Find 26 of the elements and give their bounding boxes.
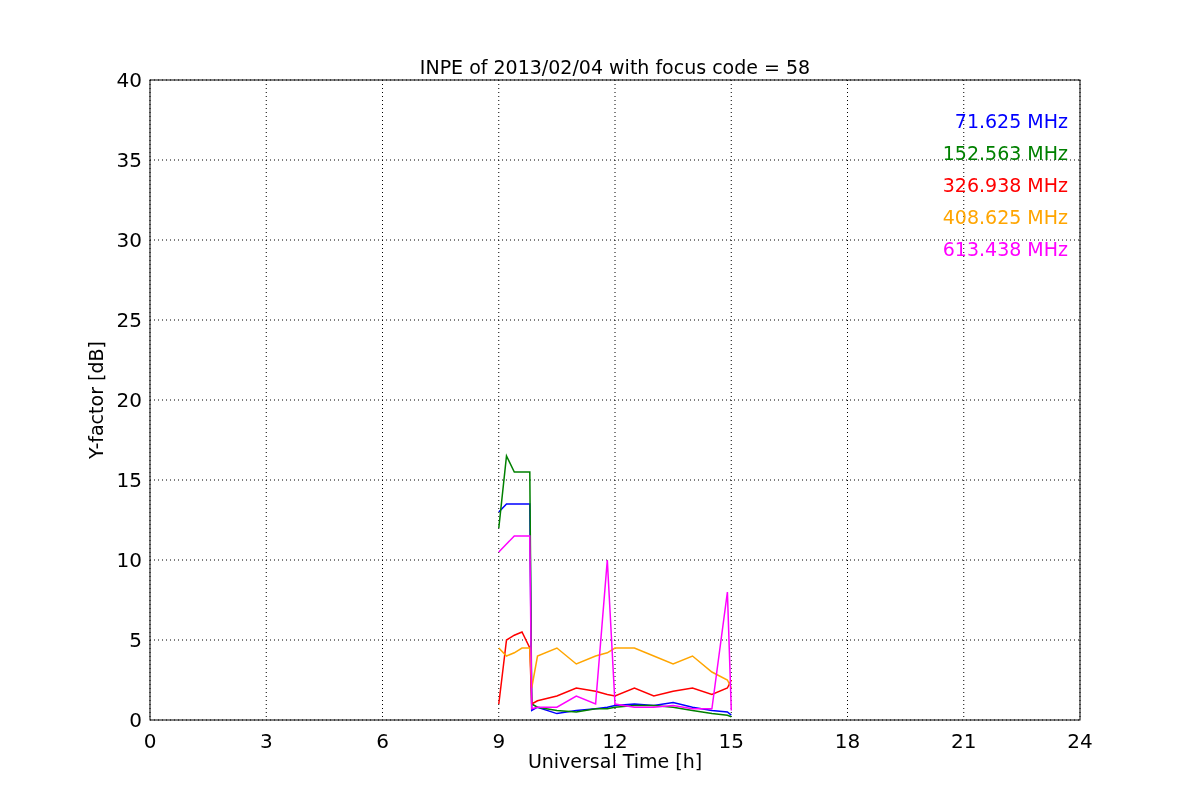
legend-label: 71.625 MHz — [954, 110, 1068, 132]
x-tick-label: 0 — [143, 729, 157, 753]
y-tick-label: 10 — [116, 548, 142, 572]
x-tick-label: 21 — [951, 729, 977, 753]
x-tick-label: 9 — [492, 729, 506, 753]
y-tick-label: 20 — [116, 388, 142, 412]
y-tick-label: 40 — [116, 68, 142, 92]
legend-label: 408.625 MHz — [942, 206, 1068, 228]
y-tick-label: 25 — [116, 308, 142, 332]
legend-label: 613.438 MHz — [942, 238, 1068, 260]
x-tick-label: 18 — [834, 729, 861, 753]
x-tick-label: 24 — [1067, 729, 1093, 753]
y-axis-label: Y-factor [dB] — [85, 341, 107, 459]
legend-label: 152.563 MHz — [942, 142, 1068, 164]
y-tick-label: 30 — [116, 228, 142, 252]
y-tick-label: 5 — [129, 628, 142, 652]
chart-title: INPE of 2013/02/04 with focus code = 58 — [419, 56, 811, 78]
legend-label: 326.938 MHz — [942, 174, 1068, 196]
x-axis-label: Universal Time [h] — [527, 750, 703, 772]
y-tick-label: 0 — [129, 708, 142, 732]
x-tick-label: 3 — [259, 729, 273, 753]
y-tick-label: 15 — [116, 468, 142, 492]
x-tick-label: 12 — [602, 729, 628, 753]
x-tick-label: 6 — [376, 729, 389, 753]
y-tick-label: 35 — [116, 148, 142, 172]
x-tick-label: 15 — [718, 729, 744, 753]
